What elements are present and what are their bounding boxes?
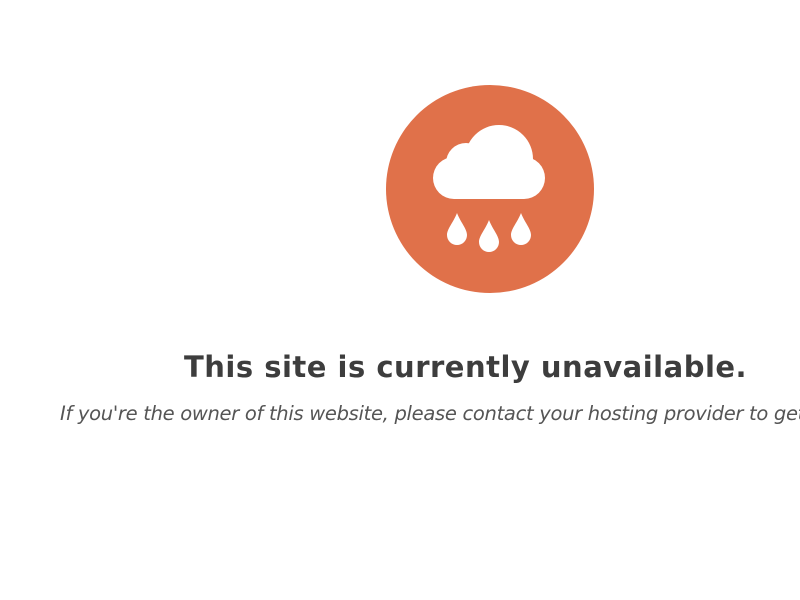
status-circle [386,85,594,293]
page-title: This site is currently unavailable. [184,350,748,384]
owner-contact-message: If you're the owner of this website, ple… [60,402,800,425]
rain-cloud-icon [433,125,545,252]
unavailable-page: This site is currently unavailable. If y… [0,0,800,600]
